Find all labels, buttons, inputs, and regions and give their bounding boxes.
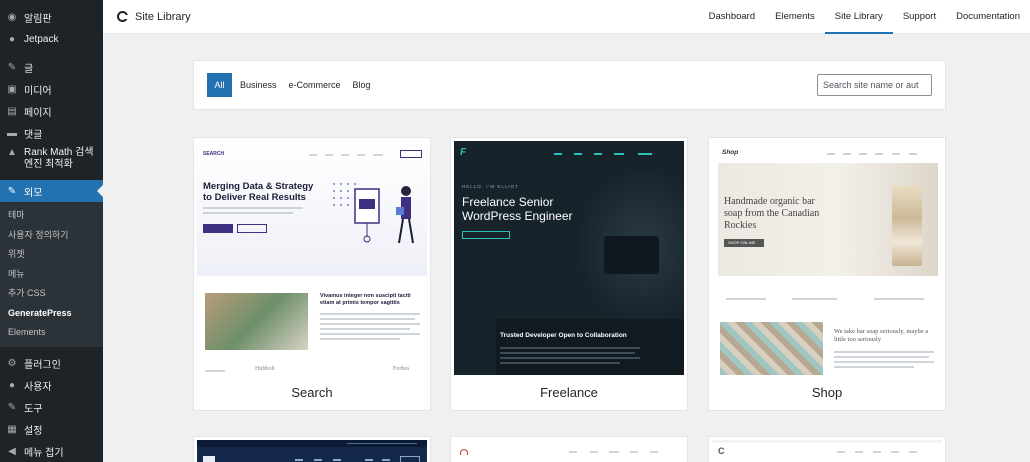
site-card-row2-2[interactable] [450,436,688,462]
submenu-item-generatepress[interactable]: GeneratePress [0,304,103,324]
plugin-icon: ⚙ [7,358,17,369]
sidebar-item-label: 알림판 [24,13,52,25]
sidebar-item-label: 사용자 [24,382,52,393]
jetpack-icon: ● [8,33,16,45]
nav-support[interactable]: Support [893,0,946,34]
thumb-logo: SEARCH [203,151,225,157]
sidebar-item-collapse[interactable]: ◀ 메뉴 접기 [0,441,103,462]
sidebar-item-label: 댓글 [24,129,43,141]
rank-math-icon: ▲ [7,147,17,158]
thumb-tagline: HELLO, I'M ELLIOT [462,184,519,189]
thumb-soap-photo [720,322,823,375]
sidebar-item-jetpack[interactable]: ● Jetpack [0,28,103,50]
thumb-logo-icon: C [718,446,725,456]
sidebar-item-label: 도구 [24,404,43,415]
site-thumbnail-search: SEARCH Merging Data & Strategy to Delive… [197,141,427,375]
top-nav: Dashboard Elements Site Library Support … [699,0,1030,34]
submenu-item-widgets[interactable]: 위젯 [0,245,103,265]
submenu-item-customize[interactable]: 사용자 정의하기 [0,226,103,246]
admin-sidebar: ◉ 알림판 ● Jetpack ✎ 글 ▣ 미디어 ▤ 페이지 ▬ 댓글 ▲ Rank Mat… [0,0,103,462]
search-input[interactable]: Search site name or aut [817,74,932,96]
submenu-item-css[interactable]: 추가 CSS [0,284,103,304]
thumb-text: We take bar soap seriously, maybe a litt… [834,328,929,343]
filter-blog[interactable]: Blog [353,80,371,90]
page-icon: ▤ [7,105,17,117]
appearance-icon: ✎ [7,185,17,197]
top-bar: Site Library Dashboard Elements Site Lib… [103,0,1030,34]
nav-elements[interactable]: Elements [765,0,825,34]
thumb-caption: Trusted Developer Open to Collaboration [500,332,627,339]
site-card-title: Search [291,385,333,400]
sidebar-item-label: 메뉴 접기 [24,448,64,459]
sidebar-item-pages[interactable]: ▤ 페이지 [0,100,103,122]
sidebar-item-tools[interactable]: ✎ 도구 [0,397,103,419]
tools-icon: ✎ [7,402,17,413]
collapse-icon: ◀ [8,446,16,457]
thumb-button: SHOP ONLINE [728,240,756,245]
page-title: Site Library [135,10,191,23]
sidebar-item-posts[interactable]: ✎ 글 [0,56,103,78]
users-icon: ● [8,380,16,391]
sidebar-item-settings[interactable]: ▦ 설정 [0,419,103,441]
thumb-logo-hubbolt: Hubbolt [255,366,275,372]
thumb-subheading: Vivamus integer non suscipit taciti etia… [320,293,411,306]
nav-site-library[interactable]: Site Library [824,0,893,34]
thumb-logo-icon: F [460,147,467,158]
filter-business[interactable]: Business [240,80,277,90]
filter-ecommerce[interactable]: e-Commerce [289,80,341,90]
sidebar-item-label: 페이지 [24,107,52,119]
site-thumbnail: C [712,440,942,462]
site-thumbnail-shop: Shop Handmade organic bar soap from the … [712,141,942,375]
thumb-logo-forbes: Forbes [393,366,410,372]
settings-icon: ▦ [7,424,17,435]
site-card-title: Freelance [540,385,598,400]
sidebar-item-label: Jetpack [24,33,59,45]
site-card-freelance[interactable]: F HELLO, I'M ELLIOT Freelance Senior Wor… [450,137,688,411]
thumb-illustration [333,183,414,244]
submenu-item-elements[interactable]: Elements [0,323,103,343]
sidebar-item-label: 미디어 [24,85,52,97]
sidebar-item-comments[interactable]: ▬ 댓글 [0,122,103,144]
nav-documentation[interactable]: Documentation [946,0,1030,34]
comment-icon: ▬ [7,127,17,139]
filter-all[interactable]: All [207,73,232,97]
site-card-row2-3[interactable]: C [708,436,946,462]
site-card-title: Shop [811,385,843,400]
thumb-headline: Freelance Senior WordPress Engineer [462,195,573,223]
filter-bar: All Business e-Commerce Blog Search site… [193,60,946,110]
sidebar-item-label: 설정 [24,426,43,437]
site-thumbnail [454,440,684,462]
thumb-headline: Handmade organic bar soap from the Canad… [724,196,820,231]
submenu-item-menus[interactable]: 메뉴 [0,265,103,285]
sidebar-item-label: 글 [24,63,34,75]
brand: Site Library [117,11,191,23]
site-thumbnail [197,440,427,462]
sidebar-item-label: Rank Math 검색엔진 최적화 [24,147,94,170]
dashboard-icon: ◉ [7,11,17,23]
media-icon: ▣ [7,83,17,95]
site-card-shop[interactable]: Shop Handmade organic bar soap from the … [708,137,946,411]
appearance-submenu: 테마 사용자 정의하기 위젯 메뉴 추가 CSS GeneratePress E… [0,202,103,347]
site-thumbnail-freelance: F HELLO, I'M ELLIOT Freelance Senior Wor… [454,141,684,375]
submenu-item-themes[interactable]: 테마 [0,206,103,226]
sidebar-item-label: 외모 [24,187,43,199]
thumb-headline: Merging Data & Strategy to Deliver Real … [203,181,314,203]
sidebar-item-users[interactable]: ● 사용자 [0,375,103,397]
site-card-row2-1[interactable] [193,436,431,462]
sidebar-item-rank-math[interactable]: ▲ Rank Math 검색엔진 최적화 [0,144,103,174]
thumb-logo: Shop [722,149,739,156]
generatepress-logo-icon [117,11,129,22]
thumb-office-photo [205,293,308,350]
sidebar-item-label: 플러그인 [24,360,61,371]
nav-dashboard[interactable]: Dashboard [699,0,765,34]
pin-icon: ✎ [7,61,17,73]
sidebar-item-plugins[interactable]: ⚙ 플러그인 [0,353,103,375]
sidebar-item-media[interactable]: ▣ 미디어 [0,78,103,100]
site-card-search[interactable]: SEARCH Merging Data & Strategy to Delive… [193,137,431,411]
sidebar-item-dashboard[interactable]: ◉ 알림판 [0,6,103,28]
sidebar-item-appearance[interactable]: ✎ 외모 [0,180,103,202]
